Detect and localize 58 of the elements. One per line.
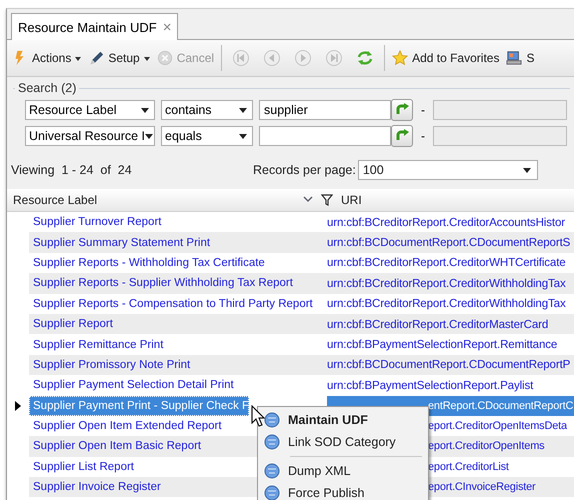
toolbar-button[interactable]: Add to Favorites [389,48,502,68]
table-cell[interactable]: Supplier Reports - Supplier Withholding Tax Report [29,273,327,294]
operator-dropdown[interactable]: contains [161,100,253,120]
range-end-field[interactable] [433,100,567,120]
pencil-icon [88,50,104,66]
table-cell[interactable]: Supplier Report [29,314,327,334]
menu-button[interactable]: Actions [9,48,84,68]
table-cell[interactable]: urn:cbf:BPaymentSelectionReport.Paylist [327,375,574,396]
table-cell[interactable]: Supplier Reports - Withholding Tax Certificate [29,252,327,274]
go-arrow-icon [395,103,409,117]
table-cell[interactable]: urn:cbf:BCDocumentReport.CDocumentReportP [327,354,574,376]
forward-icon [294,49,312,67]
table-cell[interactable]: urn:cbf:BCreditorReport.CreditorAccountsHistor [327,212,574,232]
filter-icon[interactable] [321,194,333,206]
cancel-icon [156,50,173,66]
table-cell[interactable]: Supplier Payment Selection Detail Print [29,375,327,396]
computer-icon [506,50,522,66]
go-button[interactable] [391,125,413,147]
dash-label: - [420,103,426,117]
mouse-pointer-icon [251,405,265,427]
first-icon [232,49,250,67]
records-dropdown[interactable]: 100 [358,160,538,180]
menu-button[interactable]: Setup [85,48,153,68]
table-cell[interactable]: Supplier Payment Print - Supplier Check F [29,396,249,416]
go-button[interactable] [391,99,413,121]
column-header[interactable]: Resource Label [13,193,98,207]
column-header[interactable]: URI [341,193,362,207]
table-cell[interactable]: Supplier Remittance Print [29,334,327,355]
back-icon [263,49,282,67]
records-label: Records per page: [253,163,356,177]
table-cell[interactable]: Supplier Reports - Compensation to Third Party Report [29,294,327,314]
table-cell[interactable]: urn:cbf:BCreditorReport.CreditorMasterCard [327,314,574,334]
search-title: Search (2) [17,81,78,95]
table-cell[interactable]: urn:cbf:BCreditorReport.CreditorWHTCertificate [327,252,574,274]
table-cell[interactable]: Supplier Turnover Report [29,212,327,232]
range-end-field[interactable] [433,126,567,146]
table-cell[interactable]: urn:cbf:BCreditorReport.CreditorWithholdingTax [327,294,574,314]
value-field[interactable]: supplier [259,100,391,120]
table-cell[interactable]: urn:cbf:BCDocumentReport.CDocumentReportS [327,232,574,253]
table-cell[interactable]: urn:cbf:BCreditorReport.CreditorWithholdingTax [327,273,574,294]
chevron-down-icon [303,196,313,204]
tab[interactable]: Resource Maintain UDF × [11,13,178,40]
table-cell[interactable]: Supplier Promissory Note Print [29,354,327,376]
operator-dropdown[interactable]: equals [161,126,253,146]
table-cell[interactable]: Supplier Summary Statement Print [29,232,327,253]
viewing-count: Viewing 1 - 24 of 24 [11,163,133,177]
dash-label: - [420,129,426,143]
field-dropdown[interactable]: Universal Resource I [25,126,155,146]
row-pointer-icon [15,400,21,411]
field-dropdown[interactable]: Resource Label [25,100,155,120]
go-arrow-icon [395,129,409,143]
close-button[interactable]: × [162,18,172,36]
value-field[interactable] [259,126,391,146]
toolbar-button[interactable]: S [503,48,538,68]
last-icon [325,49,344,67]
star-icon [392,50,408,66]
table-cell[interactable]: urn:cbf:BPaymentSelectionReport.Remittance [327,334,574,355]
refresh-icon [356,49,374,67]
